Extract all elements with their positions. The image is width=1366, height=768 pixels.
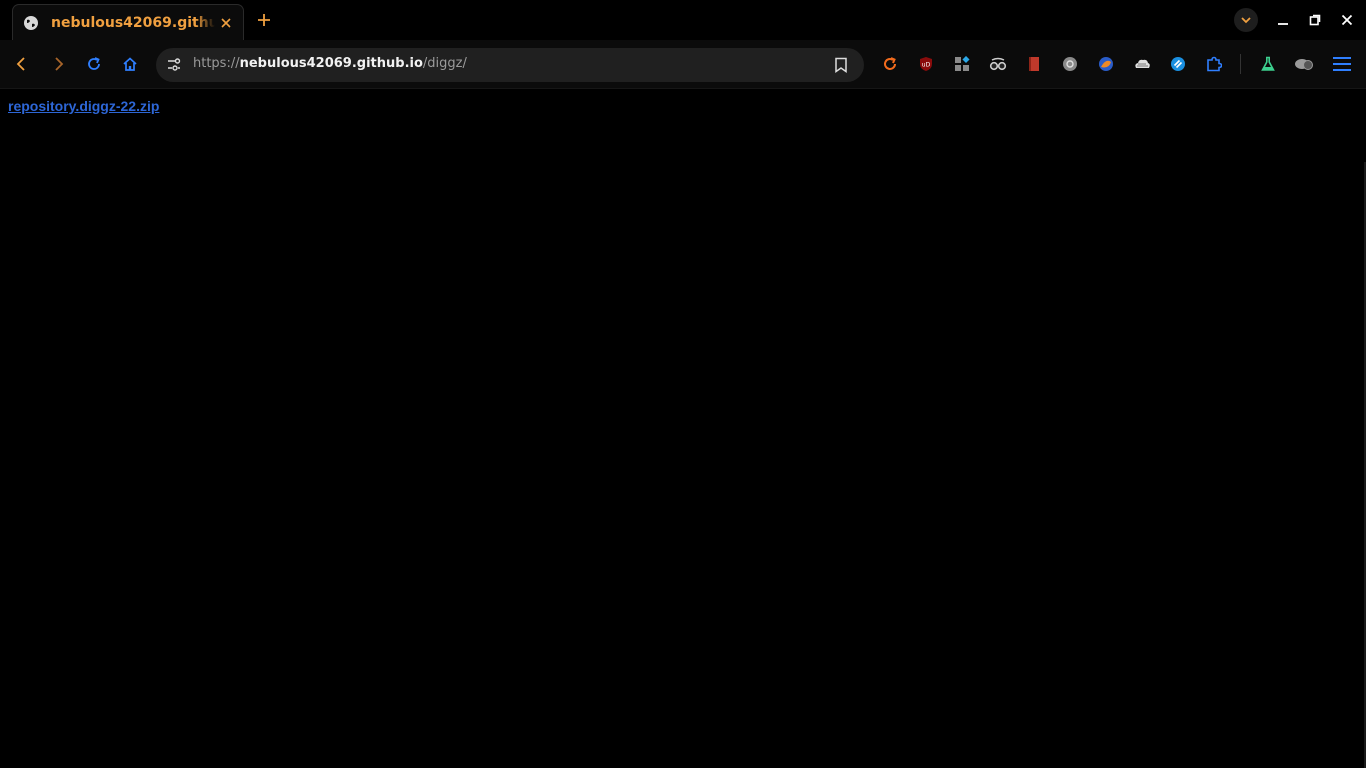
page-content: repository.diggz-22.zip (0, 90, 1366, 768)
reload-icon[interactable] (82, 52, 106, 76)
refresh-extension-icon[interactable] (878, 52, 902, 76)
url-scheme: https:// (193, 56, 240, 71)
blue-badge-icon[interactable] (1166, 52, 1190, 76)
bookmark-icon[interactable] (830, 54, 852, 76)
book-icon[interactable] (1022, 52, 1046, 76)
address-bar[interactable]: https://nebulous42069.github.io/diggz/ (156, 48, 864, 82)
chevron-down-icon[interactable] (1234, 8, 1258, 32)
download-link[interactable]: repository.diggz-22.zip (8, 98, 159, 114)
url-text[interactable]: https://nebulous42069.github.io/diggz/ (193, 56, 467, 71)
glasses-icon[interactable] (986, 52, 1010, 76)
flask-icon[interactable] (1256, 52, 1280, 76)
maximize-icon[interactable] (1303, 8, 1327, 32)
widgets-icon[interactable] (950, 52, 974, 76)
chevron-left-icon[interactable] (10, 52, 34, 76)
tab-title: nebulous42069.github.io/diggz/ (51, 14, 215, 31)
account-icon[interactable] (1292, 52, 1316, 76)
home-icon[interactable] (118, 52, 142, 76)
minimize-icon[interactable] (1271, 8, 1295, 32)
close-icon[interactable] (219, 16, 233, 30)
url-host: nebulous42069.github.io (239, 56, 423, 71)
url-path: /diggz/ (422, 56, 467, 71)
close-icon[interactable] (1335, 8, 1359, 32)
circle-extension-icon[interactable] (1058, 52, 1082, 76)
orange-sphere-icon[interactable] (1094, 52, 1118, 76)
site-info-icon[interactable] (162, 53, 186, 77)
active-tab[interactable]: nebulous42069.github.io/diggz/ (12, 4, 244, 40)
navigation-toolbar: https://nebulous42069.github.io/diggz/ u… (0, 40, 1366, 89)
toolbar-separator (1240, 54, 1241, 74)
cloud-extension-icon[interactable] (1130, 52, 1154, 76)
globe-icon (23, 15, 39, 31)
ublock-icon[interactable]: uD (914, 52, 938, 76)
menu-icon[interactable] (1330, 52, 1354, 76)
chevron-right-icon[interactable] (46, 52, 70, 76)
plus-icon[interactable] (254, 10, 274, 30)
ublock-label: uD (922, 62, 931, 69)
tab-strip: nebulous42069.github.io/diggz/ (0, 0, 1366, 40)
puzzle-icon[interactable] (1202, 52, 1226, 76)
